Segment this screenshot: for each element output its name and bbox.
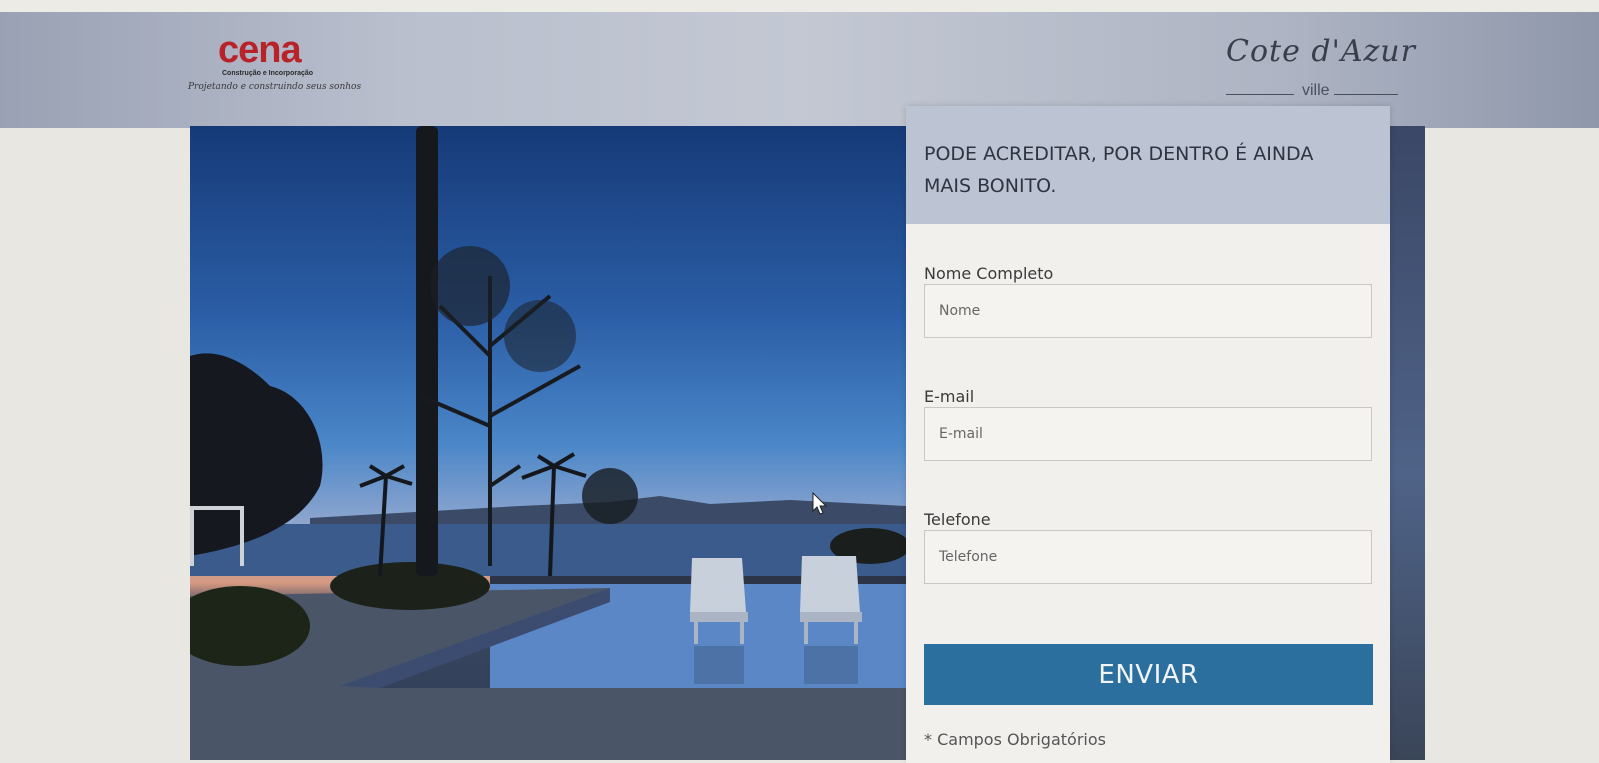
phone-input[interactable]	[924, 530, 1372, 584]
name-input[interactable]	[924, 284, 1372, 338]
submit-button[interactable]: ENVIAR	[924, 644, 1373, 705]
infinity-pool-sunset-icon	[190, 126, 906, 760]
required-fields-note: * Campos Obrigatórios	[924, 730, 1106, 749]
form-header: PODE ACREDITAR, POR DENTRO É AINDA MAIS …	[906, 106, 1390, 224]
mouse-pointer-icon	[812, 492, 828, 515]
cote-dazur-wordmark: Cote d'Azur	[1226, 34, 1416, 69]
form-title: PODE ACREDITAR, POR DENTRO É AINDA MAIS …	[924, 143, 1314, 197]
hero-image	[190, 126, 906, 760]
palm-tree-icon	[416, 126, 438, 576]
name-label: Nome Completo	[924, 264, 1054, 283]
cote-dazur-ville: ville	[1302, 82, 1330, 99]
cena-logo-tagline: Projetando e construindo seus sonhos	[188, 82, 362, 92]
logo-rule-right	[1334, 94, 1398, 95]
cena-logo[interactable]: cena Construção e Incorporação Projetand…	[188, 30, 378, 110]
cena-logo-wordmark: cena	[218, 29, 302, 71]
sea-shape	[190, 524, 906, 576]
phone-label: Telefone	[924, 510, 991, 529]
top-strip	[0, 0, 1599, 12]
email-label: E-mail	[924, 387, 975, 406]
cena-logo-subtitle: Construção e Incorporação	[222, 70, 314, 77]
cote-dazur-logo[interactable]: Cote d'Azur ville	[1226, 34, 1426, 104]
lead-form-panel: PODE ACREDITAR, POR DENTRO É AINDA MAIS …	[906, 106, 1390, 763]
email-input[interactable]	[924, 407, 1372, 461]
logo-rule-left	[1226, 94, 1294, 95]
